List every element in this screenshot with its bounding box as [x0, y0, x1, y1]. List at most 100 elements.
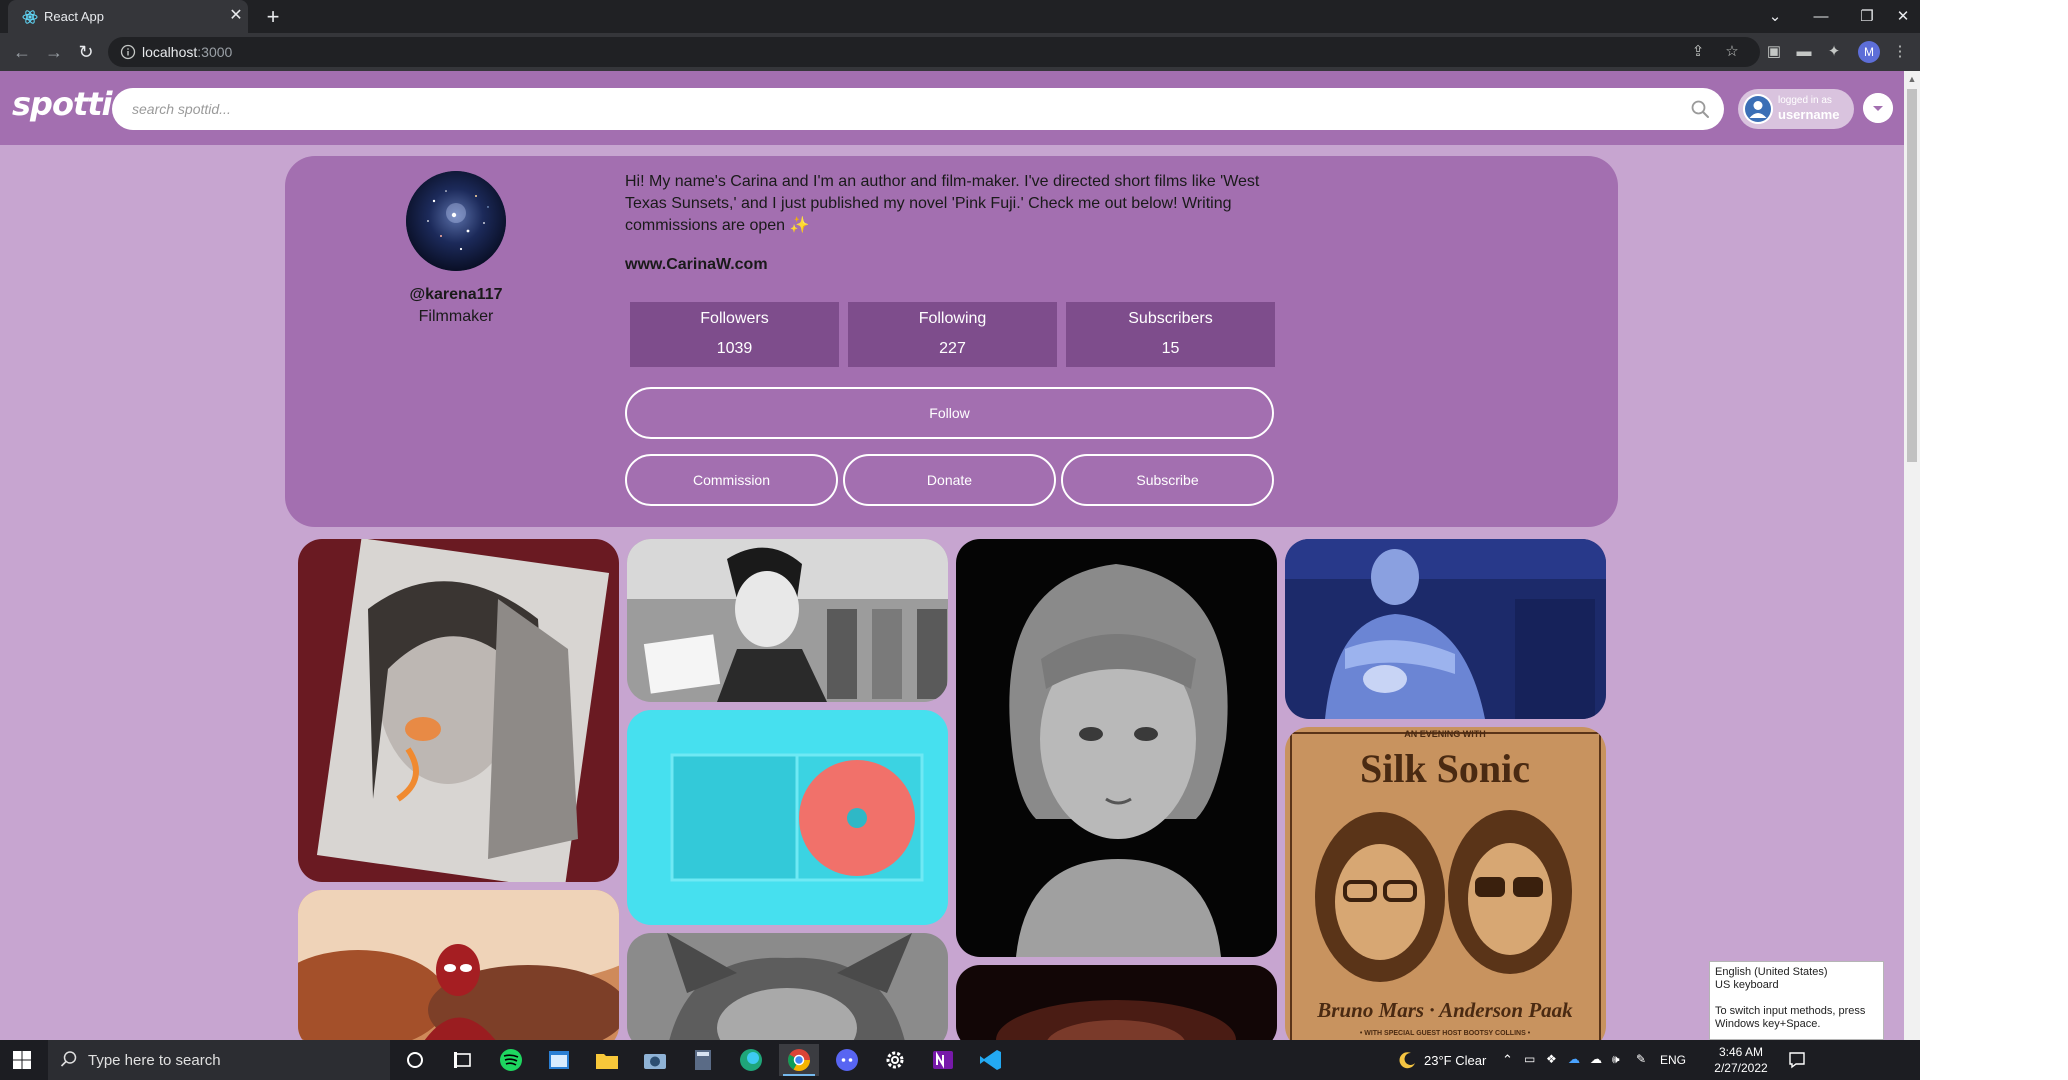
following-stat[interactable]: Following 227 [848, 302, 1057, 367]
edge-browser-icon[interactable] [731, 1044, 771, 1076]
poster-top-text: AN EVENING WITH [1404, 729, 1486, 739]
donate-button[interactable]: Donate [843, 454, 1056, 506]
app-header: spottid logged in as username [0, 71, 1920, 145]
stat-label: Followers [700, 310, 769, 327]
gallery-image-spiderman[interactable] [298, 890, 619, 1040]
vscode-icon[interactable] [971, 1044, 1011, 1076]
search-input[interactable] [132, 88, 1672, 130]
new-tab-icon[interactable]: + [260, 4, 286, 30]
browser-toolbar: ← → ↻ localhost:3000 ⇪ ☆ ▣ ▬ ✦ M ⋮ [0, 33, 1920, 71]
scrollbar-thumb[interactable] [1907, 89, 1917, 462]
subscribers-stat[interactable]: Subscribers 15 [1066, 302, 1275, 367]
scroll-up-icon[interactable]: ▲ [1904, 71, 1920, 87]
calculator-icon[interactable] [683, 1044, 723, 1076]
site-info-icon[interactable] [120, 44, 136, 60]
tab-close-icon[interactable]: ✕ [226, 6, 246, 26]
chrome-menu-icon[interactable]: ⋮ [1890, 42, 1910, 62]
extensions-puzzle-icon[interactable]: ✦ [1824, 42, 1844, 62]
weather-moon-icon[interactable] [1398, 1050, 1418, 1070]
language-indicator[interactable]: ENG [1660, 1053, 1686, 1067]
taskbar-search-box[interactable]: Type here to search [48, 1040, 390, 1080]
task-view-icon[interactable] [443, 1044, 483, 1076]
taskbar-search-text: Type here to search [88, 1052, 221, 1069]
ime-language: English (United States) [1715, 966, 1828, 978]
stat-label: Subscribers [1128, 310, 1213, 327]
address-bar[interactable]: localhost:3000 [108, 37, 1760, 67]
screen: React App ✕ + ⌄ — ❐ ✕ ← → ↻ localhost:30… [0, 0, 2068, 1080]
react-icon [22, 10, 38, 24]
username-label: username [1778, 107, 1840, 122]
gallery-image-dark-portrait[interactable] [956, 965, 1277, 1040]
tray-overflow-chevron-icon[interactable]: ⌃ [1502, 1052, 1513, 1068]
page: spottid logged in as username [0, 71, 1920, 1040]
user-account-button[interactable]: logged in as username [1738, 89, 1854, 129]
extension-icon[interactable]: ▬ [1794, 42, 1814, 62]
desktop-margin [1920, 0, 2068, 1080]
gallery-image-silk-sonic-poster[interactable]: AN EVENING WITH Silk Sonic Bruno Mars · … [1285, 727, 1606, 1040]
profile-card: @karena117 Filmmaker Hi! My name's Carin… [285, 156, 1618, 527]
poster-title-text: Silk Sonic [1360, 746, 1530, 791]
profile-website-link[interactable]: www.CarinaW.com [625, 256, 768, 274]
cortana-icon[interactable] [395, 1044, 435, 1076]
browser-tab[interactable]: React App ✕ [8, 0, 248, 33]
dropbox-icon[interactable]: ❖ [1546, 1052, 1557, 1066]
reload-icon[interactable]: ↻ [74, 40, 98, 64]
spotify-icon[interactable] [491, 1044, 531, 1076]
camera-app-icon[interactable] [635, 1044, 675, 1076]
gallery-image-cd-case[interactable] [627, 710, 948, 925]
cloud-icon[interactable]: ☁ [1590, 1052, 1602, 1066]
chrome-profile-avatar[interactable]: M [1858, 41, 1880, 63]
calendar-app-icon[interactable] [539, 1044, 579, 1076]
profile-role: Filmmaker [418, 308, 494, 325]
follow-button[interactable]: Follow [625, 387, 1274, 439]
bookmark-star-icon[interactable]: ☆ [1722, 42, 1742, 62]
search-icon[interactable] [1690, 99, 1710, 119]
gallery-image-anime-office[interactable] [627, 539, 948, 702]
notification-center-icon[interactable] [1788, 1051, 1806, 1069]
profile-handle: @karena117 [409, 286, 503, 303]
input-method-tooltip: English (United States) US keyboard To s… [1709, 961, 1884, 1040]
discord-icon[interactable] [827, 1044, 867, 1076]
poster-names-text: Bruno Mars · Anderson Paak [1316, 998, 1573, 1022]
network-icon[interactable]: ✎ [1636, 1052, 1646, 1066]
gallery-image-clay-bust[interactable] [956, 539, 1277, 957]
minimize-icon[interactable]: — [1798, 0, 1844, 33]
page-scrollbar[interactable]: ▲ [1904, 71, 1920, 1040]
account-dropdown-icon[interactable] [1863, 93, 1893, 123]
onedrive-icon[interactable]: ☁ [1568, 1052, 1580, 1066]
chrome-taskbar-icon[interactable] [779, 1044, 819, 1076]
commission-button[interactable]: Commission [625, 454, 838, 506]
windows-start-icon[interactable] [12, 1050, 32, 1070]
gallery-image-pencil-sketch[interactable] [627, 933, 948, 1040]
weather-text[interactable]: 23°F Clear [1424, 1053, 1486, 1068]
file-explorer-icon[interactable] [587, 1044, 627, 1076]
windows-taskbar: Type here to search 23°F Clear ⌃ ▭ ❖ ☁ ☁… [0, 1040, 1920, 1080]
stat-value: 227 [939, 340, 966, 357]
followers-stat[interactable]: Followers 1039 [630, 302, 839, 367]
profile-bio: Hi! My name's Carina and I'm an author a… [625, 173, 1260, 234]
share-icon[interactable]: ⇪ [1688, 42, 1708, 62]
onenote-icon[interactable] [923, 1044, 963, 1076]
gallery-image-anime-character[interactable] [1285, 539, 1606, 719]
search-bar [112, 88, 1724, 130]
ime-keyboard: US keyboard [1715, 979, 1779, 991]
tab-search-icon[interactable]: ⌄ [1752, 0, 1798, 33]
back-icon[interactable]: ← [10, 40, 34, 64]
subscribe-button[interactable]: Subscribe [1061, 454, 1274, 506]
active-app-indicator [783, 1074, 815, 1076]
poster-bottom-text: • WITH SPECIAL GUEST HOST BOOTSY COLLINS… [1360, 1030, 1531, 1037]
pocket-extension-icon[interactable]: ▣ [1764, 42, 1784, 62]
settings-gear-icon[interactable] [875, 1044, 915, 1076]
browser-tab-strip: React App ✕ + ⌄ — ❐ ✕ [0, 0, 1920, 33]
battery-icon[interactable]: ▭ [1524, 1052, 1535, 1066]
forward-icon[interactable]: → [42, 40, 66, 64]
taskbar-search-icon [60, 1051, 77, 1067]
profile-avatar[interactable] [406, 171, 506, 271]
clock-date[interactable]: 2/27/2022 [1706, 1061, 1776, 1075]
gallery-image-pencil-portrait[interactable] [298, 539, 619, 882]
volume-icon[interactable]: 🕪 [1612, 1052, 1620, 1067]
user-avatar-icon [1743, 94, 1773, 124]
logged-in-label: logged in as [1778, 95, 1832, 106]
url-text: localhost:3000 [142, 44, 233, 60]
clock-time[interactable]: 3:46 AM [1706, 1045, 1776, 1059]
